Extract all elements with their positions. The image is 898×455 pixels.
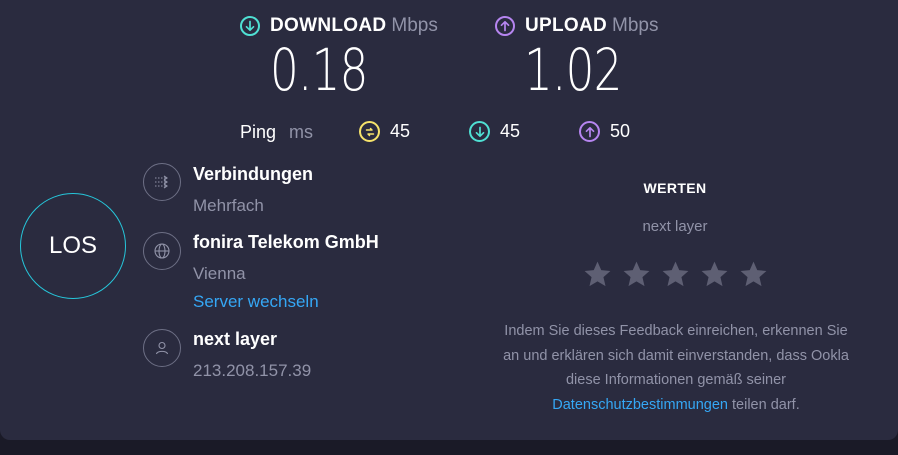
idle-latency-icon bbox=[359, 121, 380, 142]
feedback-line-1: Indem Sie dieses Feedback einreichen, er… bbox=[504, 323, 848, 339]
server-location: Vienna bbox=[193, 264, 246, 283]
upload-speed-value: 1.02 bbox=[524, 36, 622, 104]
feedback-line-3: diese Informationen gemäß seiner bbox=[565, 372, 787, 388]
results-panel: DOWNLOAD Mbps 0.18 UPLOAD Mbps 1.02 Ping… bbox=[0, 0, 898, 440]
upload-arrow-icon bbox=[495, 16, 515, 36]
download-label: DOWNLOAD bbox=[270, 15, 387, 36]
rate-title: WERTEN bbox=[643, 180, 707, 196]
ping-upload-value: 50 bbox=[610, 121, 631, 141]
ping-upload: 50 bbox=[579, 121, 630, 142]
upload-label: UPLOAD bbox=[525, 15, 608, 36]
connections-value: Mehrfach bbox=[193, 196, 264, 215]
change-server-link[interactable]: Server wechseln bbox=[193, 292, 319, 312]
ping-label: Ping bbox=[240, 122, 277, 142]
ping-download: 45 bbox=[469, 121, 520, 142]
star-rating bbox=[582, 259, 769, 290]
feedback-disclaimer: Indem Sie dieses Feedback einreichen, er… bbox=[460, 319, 892, 417]
upload-unit: Mbps bbox=[612, 15, 659, 36]
download-unit: Mbps bbox=[391, 15, 438, 36]
star-icon-4[interactable] bbox=[699, 259, 730, 290]
star-icon-3[interactable] bbox=[660, 259, 691, 290]
connections-icon bbox=[143, 163, 181, 201]
download-speed-value: 0.18 bbox=[270, 36, 368, 104]
ping-download-arrow-icon bbox=[469, 121, 490, 142]
feedback-line-4: Datenschutzbestimmungen teilen darf. bbox=[460, 393, 892, 418]
star-icon-5[interactable] bbox=[738, 259, 769, 290]
user-icon bbox=[143, 329, 181, 367]
feedback-tail: teilen darf. bbox=[727, 396, 800, 413]
upload-header: UPLOAD Mbps bbox=[495, 15, 659, 37]
provider-ip: 213.208.157.39 bbox=[193, 361, 312, 380]
globe-icon bbox=[143, 232, 181, 270]
ping-upload-arrow-icon bbox=[579, 121, 600, 142]
provider-name: next layer bbox=[193, 329, 278, 349]
download-arrow-icon bbox=[240, 16, 260, 36]
ping-idle-value: 45 bbox=[390, 121, 411, 141]
server-name: fonira Telekom GmbH bbox=[193, 232, 379, 252]
connections-title: Verbindungen bbox=[193, 164, 314, 184]
star-icon-1[interactable] bbox=[582, 259, 613, 290]
rate-provider: next layer bbox=[642, 218, 708, 235]
ping-download-value: 45 bbox=[500, 121, 521, 141]
ping-unit: ms bbox=[289, 122, 313, 142]
feedback-line-2: an und erklären sich damit einverstanden… bbox=[503, 347, 849, 364]
go-button[interactable]: LOS bbox=[20, 193, 126, 299]
ping-row: Ping bbox=[240, 122, 276, 143]
download-header: DOWNLOAD Mbps bbox=[240, 15, 438, 37]
ping-idle: 45 bbox=[359, 121, 410, 142]
go-button-label: LOS bbox=[48, 232, 98, 259]
star-icon-2[interactable] bbox=[621, 259, 652, 290]
privacy-policy-link[interactable]: Datenschutzbestimmungen bbox=[552, 397, 728, 413]
